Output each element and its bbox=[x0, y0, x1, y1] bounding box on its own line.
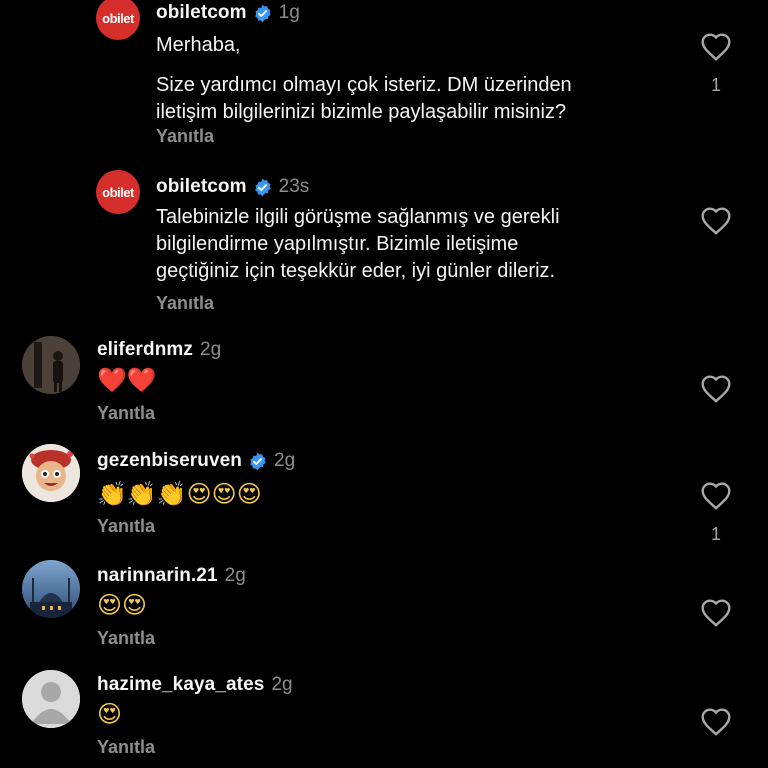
heart-outline-icon[interactable] bbox=[699, 372, 733, 404]
username[interactable]: hazime_kaya_ates bbox=[97, 674, 264, 696]
username[interactable]: obiletcom bbox=[156, 176, 247, 198]
text-line: Merhaba, bbox=[156, 34, 241, 56]
reply-button[interactable]: Yanıtla bbox=[156, 126, 214, 147]
timestamp: 2g bbox=[224, 565, 246, 586]
comment: narinnarin.21 2g 😍😍 Yanıtla bbox=[0, 560, 768, 660]
avatar-logo-text: obilet bbox=[102, 10, 134, 26]
comment: hazime_kaya_ates 2g 😍 Yanıtla bbox=[0, 670, 768, 768]
cartoon-avatar bbox=[22, 444, 80, 502]
timestamp: 1g bbox=[278, 2, 300, 23]
default-avatar-icon bbox=[22, 670, 80, 728]
username[interactable]: narinnarin.21 bbox=[97, 565, 218, 587]
comment-reply: obilet obiletcom 1g Merhaba, Size yardım… bbox=[0, 0, 768, 160]
heart-outline-icon[interactable] bbox=[699, 479, 733, 511]
reply-button[interactable]: Yanıtla bbox=[97, 628, 155, 649]
text-line: Talebinizle ilgili görüşme sağlanmış ve … bbox=[156, 206, 560, 228]
timestamp: 23s bbox=[278, 176, 310, 197]
text-line: geçtiğiniz için teşekkür eder, iyi günle… bbox=[156, 260, 556, 282]
timestamp: 2g bbox=[271, 674, 293, 695]
heart-outline-icon[interactable] bbox=[699, 705, 733, 737]
avatar[interactable]: obilet bbox=[96, 0, 140, 40]
avatar[interactable] bbox=[22, 336, 80, 394]
username[interactable]: eliferdnmz bbox=[97, 339, 193, 361]
text-line: iletişim bilgilerinizi bizimle paylaşabi… bbox=[156, 101, 567, 123]
comment-emojis: 😍😍 bbox=[97, 591, 148, 619]
avatar[interactable] bbox=[22, 444, 80, 502]
verified-badge-icon bbox=[250, 452, 266, 470]
reply-button[interactable]: Yanıtla bbox=[97, 737, 155, 758]
text-line: Size yardımcı olmayı çok isteriz. DM üze… bbox=[156, 74, 572, 96]
avatar[interactable] bbox=[22, 670, 80, 728]
heart-outline-icon[interactable] bbox=[699, 204, 733, 236]
username[interactable]: obiletcom bbox=[156, 2, 247, 24]
timestamp: 2g bbox=[274, 450, 296, 471]
verified-badge-icon bbox=[254, 4, 271, 22]
verified-badge-icon bbox=[254, 178, 271, 196]
comment-text: Talebinizle ilgili görüşme sağlanmış ve … bbox=[156, 204, 560, 285]
avatar-logo-text: obilet bbox=[102, 184, 134, 200]
timestamp: 2g bbox=[200, 339, 222, 360]
like-count: 1 bbox=[710, 75, 721, 95]
person-photo bbox=[22, 336, 80, 394]
comment-emojis: 👏👏👏😍😍😍 bbox=[97, 480, 262, 508]
comment: gezenbiseruven 2g 👏👏👏😍😍😍 Yanıtla 1 bbox=[0, 444, 768, 554]
comment-emojis: 😍 bbox=[97, 700, 123, 728]
reply-button[interactable]: Yanıtla bbox=[97, 516, 155, 537]
heart-outline-icon[interactable] bbox=[699, 596, 733, 628]
mosque-photo bbox=[22, 560, 80, 618]
heart-outline-icon[interactable] bbox=[699, 30, 733, 62]
reply-button[interactable]: Yanıtla bbox=[156, 293, 214, 314]
avatar[interactable] bbox=[22, 560, 80, 618]
like-count: 1 bbox=[710, 524, 721, 544]
comment-text: Merhaba, Size yardımcı olmayı çok isteri… bbox=[156, 32, 572, 126]
comment: eliferdnmz 2g ❤️❤️ Yanıtla bbox=[0, 336, 768, 432]
text-line: bilgilendirme yapılmıştır. Bizimle ileti… bbox=[156, 233, 519, 255]
reply-button[interactable]: Yanıtla bbox=[97, 403, 155, 424]
comment-reply: obilet obiletcom 23s Talebinizle ilgili … bbox=[0, 170, 768, 322]
username[interactable]: gezenbiseruven bbox=[97, 450, 242, 472]
avatar[interactable]: obilet bbox=[96, 170, 140, 214]
comment-emojis: ❤️❤️ bbox=[97, 366, 157, 394]
